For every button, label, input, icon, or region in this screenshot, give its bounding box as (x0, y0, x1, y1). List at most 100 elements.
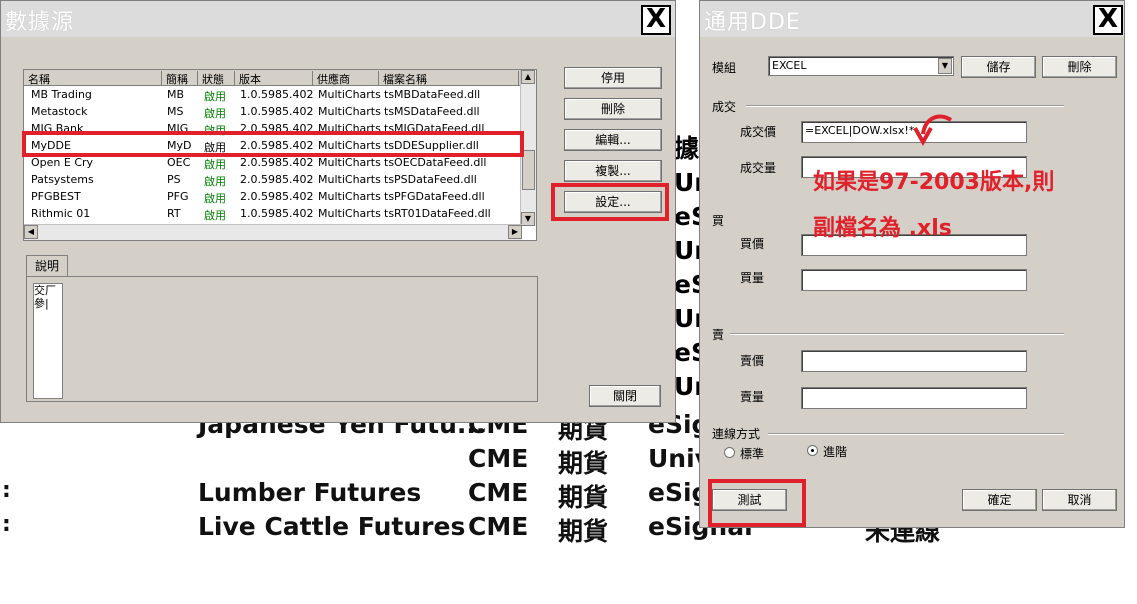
col-header-short[interactable]: 簡稱 (162, 71, 198, 86)
close-icon[interactable]: X (641, 5, 671, 35)
disable-button[interactable]: 停用 (564, 67, 662, 89)
bg-type: 期貨 (558, 483, 609, 512)
edit-button[interactable]: 編輯... (564, 129, 662, 151)
ask-volume-label: 賣量 (740, 390, 765, 404)
cell-vendor: MultiCharts (318, 156, 381, 169)
table-row[interactable]: Rithmic 01 RT 啟用 1.0.5985.402 MultiChart… (24, 206, 536, 223)
close-button[interactable]: 關閉 (589, 385, 661, 407)
cell-file: tsMBDataFeed.dll (384, 88, 481, 101)
bg-exchange: CME (468, 512, 529, 541)
template-value: EXCEL (772, 59, 807, 72)
table-row[interactable]: Open E Cry OEC 啟用 2.0.5985.402 MultiChar… (24, 155, 536, 172)
bg-type: 期貨 (558, 449, 609, 478)
sell-group-label: 賣 (712, 328, 725, 342)
scroll-left-icon[interactable]: ◀ (24, 225, 38, 239)
cell-status: 啟用 (204, 107, 226, 120)
bg-colon: : (2, 478, 11, 503)
description-text: 交厂 參| (33, 283, 63, 399)
trade-group-label: 成交 (712, 100, 737, 114)
datasource-window: 數據源 X 名稱 簡稱 狀態 版本 供應商 檔案名稱 MB Trading MB… (0, 0, 676, 423)
cell-short: MB (167, 88, 185, 101)
chevron-down-icon[interactable]: ▼ (938, 58, 952, 74)
desc-line: 參| (34, 297, 49, 310)
cell-short: MS (167, 105, 184, 118)
cell-version: 2.0.5985.402 (240, 173, 314, 186)
delete-button[interactable]: 刪除 (564, 98, 662, 120)
dde-window: 通用DDE X 模組 EXCEL ▼ 儲存 刪除 成交 成交價 =EXCEL|D… (699, 0, 1125, 528)
table-row[interactable]: MB Trading MB 啟用 1.0.5985.402 MultiChart… (24, 87, 536, 104)
cell-status: 啟用 (204, 175, 226, 188)
cell-name: Rithmic 01 (31, 207, 91, 220)
description-panel: 交厂 參| (26, 276, 538, 402)
group-divider (768, 433, 1064, 435)
annotation-line1: 如果是97-2003版本,則 (813, 170, 1055, 195)
table-row[interactable]: Patsystems PS 啟用 2.0.5985.402 MultiChart… (24, 172, 536, 189)
cell-name: Open E Cry (31, 156, 94, 169)
bg-colon: : (2, 512, 11, 537)
group-divider (730, 333, 1064, 335)
col-header-name[interactable]: 名稱 (24, 71, 162, 86)
tab-description[interactable]: 說明 (26, 255, 68, 277)
cell-status: 啟用 (204, 90, 226, 103)
cell-short: RT (167, 207, 181, 220)
radio-advanced[interactable] (807, 445, 818, 456)
cell-vendor: MultiCharts (318, 207, 381, 220)
list-header: 名稱 簡稱 狀態 版本 供應商 檔案名稱 (24, 70, 536, 86)
cell-status: 啟用 (204, 192, 226, 205)
cell-version: 1.0.5985.402 (240, 207, 314, 220)
cell-vendor: MultiCharts (318, 88, 381, 101)
template-label: 模組 (712, 61, 737, 75)
col-header-vendor[interactable]: 供應商 (313, 71, 379, 86)
cell-file: tsOECDataFeed.dll (384, 156, 487, 169)
delete-button[interactable]: 刪除 (1042, 56, 1117, 78)
scroll-right-icon[interactable]: ▶ (508, 225, 522, 239)
scroll-down-icon[interactable]: ▼ (521, 212, 535, 226)
highlight-test-button (708, 479, 806, 527)
cell-file: tsRT01DataFeed.dll (384, 207, 491, 220)
cell-vendor: MultiCharts (318, 173, 381, 186)
bid-volume-label: 買量 (740, 271, 765, 285)
datasource-title: 數據源 (5, 10, 75, 35)
bg-exchange: CME (468, 444, 529, 473)
cancel-button[interactable]: 取消 (1042, 489, 1117, 511)
radio-dot-icon (811, 449, 814, 452)
table-row[interactable]: PFGBEST PFG 啟用 2.0.5985.402 MultiCharts … (24, 189, 536, 206)
ask-volume-field[interactable] (801, 387, 1027, 409)
annotation-line2: 副檔名為 .xls (813, 216, 952, 241)
horizontal-scrollbar[interactable]: ◀ ▶ (24, 224, 522, 240)
dde-titlebar: 通用DDE X (700, 1, 1124, 37)
bid-price-label: 買價 (740, 237, 765, 251)
cell-vendor: MultiCharts (318, 105, 381, 118)
ask-price-label: 賣價 (740, 354, 765, 368)
cell-version: 2.0.5985.402 (240, 190, 314, 203)
save-button[interactable]: 儲存 (961, 56, 1036, 78)
col-header-version[interactable]: 版本 (235, 71, 313, 86)
ok-button[interactable]: 確定 (962, 489, 1037, 511)
template-select[interactable]: EXCEL ▼ (768, 56, 954, 76)
radio-standard[interactable] (724, 447, 735, 458)
conn-group-label: 連線方式 (712, 427, 761, 441)
col-header-status[interactable]: 狀態 (198, 71, 235, 86)
radio-standard-label: 標準 (740, 447, 765, 461)
bg-type: 期貨 (558, 517, 609, 546)
highlight-settings-button (551, 183, 669, 221)
cell-name: PFGBEST (31, 190, 81, 203)
radio-advanced-label: 進階 (823, 445, 848, 459)
cell-status: 啟用 (204, 209, 226, 222)
bg-name: Live Cattle Futures (198, 512, 466, 541)
col-header-file[interactable]: 檔案名稱 (379, 71, 519, 86)
dde-title: 通用DDE (704, 10, 801, 35)
close-icon[interactable]: X (1093, 5, 1123, 35)
cell-file: tsPSDataFeed.dll (384, 173, 477, 186)
cell-name: Patsystems (31, 173, 94, 186)
cell-file: tsMSDataFeed.dll (384, 105, 480, 118)
datasource-titlebar: 數據源 X (1, 1, 675, 37)
trade-volume-label: 成交量 (740, 161, 777, 175)
desc-line: 交厂 (34, 284, 56, 297)
bid-volume-field[interactable] (801, 269, 1027, 291)
ask-price-field[interactable] (801, 350, 1027, 372)
copy-button[interactable]: 複製... (564, 160, 662, 182)
scroll-up-icon[interactable]: ▲ (521, 70, 535, 84)
cell-version: 1.0.5985.402 (240, 105, 314, 118)
table-row[interactable]: Metastock MS 啟用 1.0.5985.402 MultiCharts… (24, 104, 536, 121)
